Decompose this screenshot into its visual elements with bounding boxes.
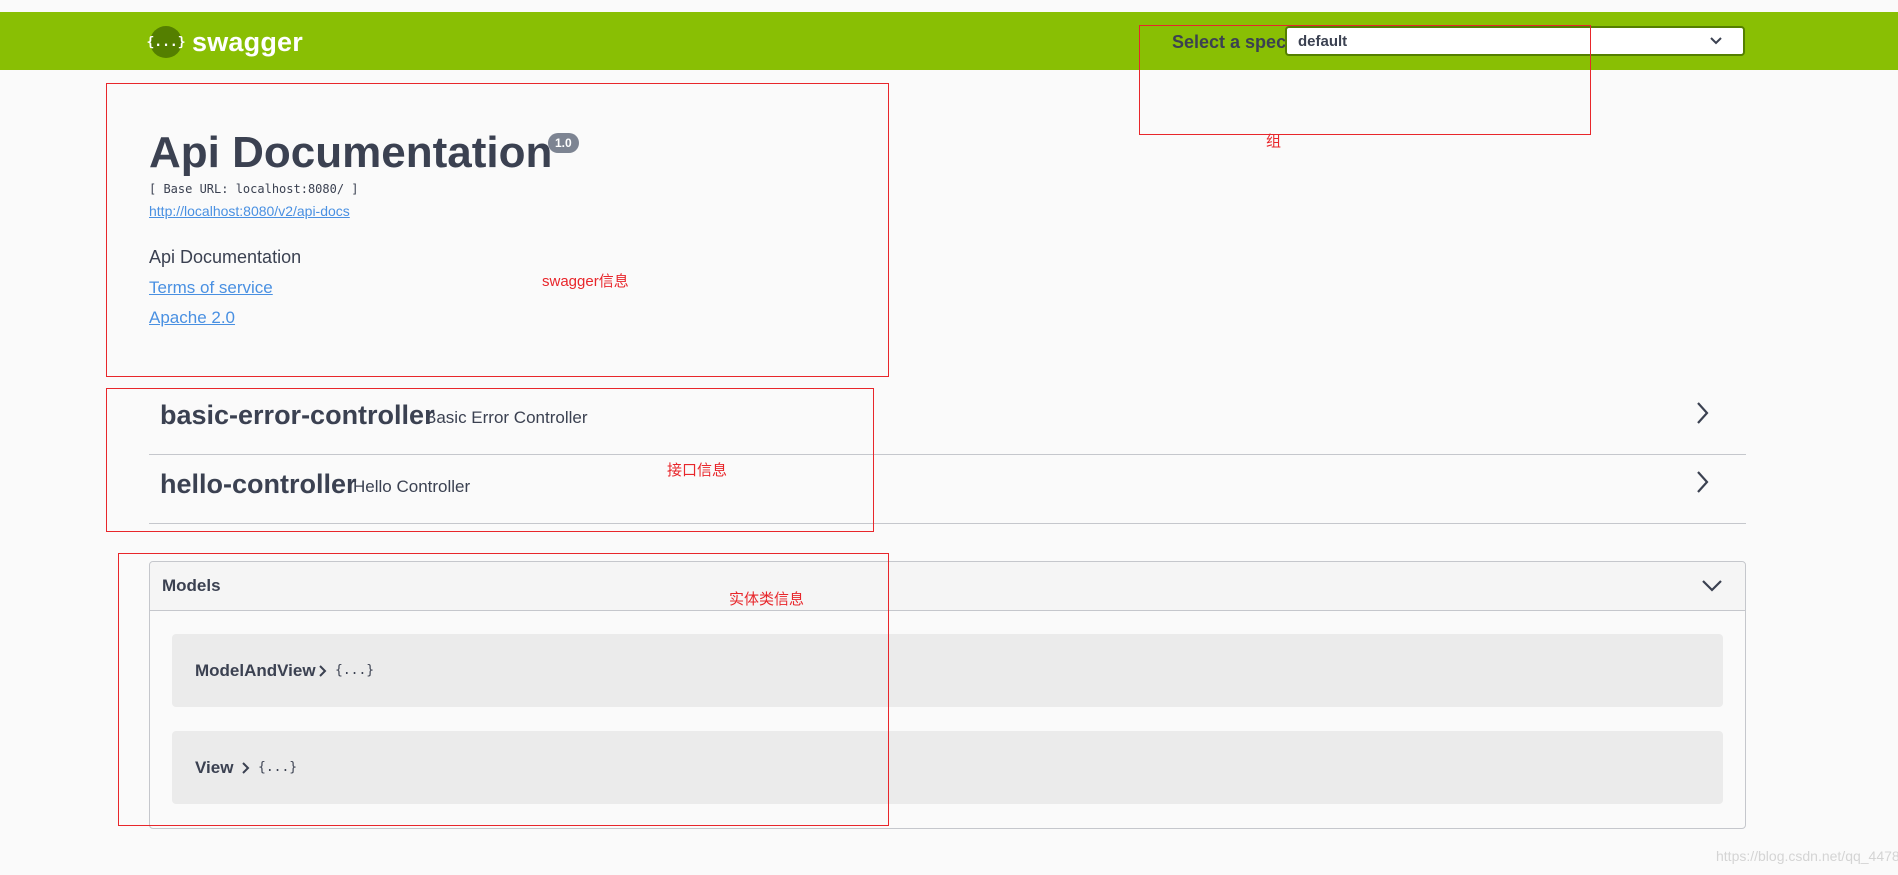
annotation-box-group	[1139, 25, 1591, 135]
annotation-label-api-info: 接口信息	[667, 462, 728, 479]
annotation-box-swagger-info	[106, 83, 889, 377]
annotation-box-api-info	[106, 388, 874, 532]
chevron-right-icon	[1697, 402, 1709, 424]
swagger-logo-icon: {...}	[146, 26, 186, 58]
annotation-label-group: 组	[1266, 133, 1282, 150]
annotation-label-entity-info: 实体类信息	[729, 591, 805, 608]
top-bar: {...} swagger Select a spec default	[0, 12, 1898, 70]
chevron-down-icon	[1710, 37, 1722, 45]
swagger-logo[interactable]: {...} swagger	[146, 26, 303, 58]
chevron-right-icon	[1697, 471, 1709, 493]
annotation-label-swagger-info: swagger信息	[542, 273, 629, 290]
chevron-down-icon	[1702, 580, 1722, 592]
watermark: https://blog.csdn.net/qq_44783283	[1716, 848, 1898, 864]
logo-text: swagger	[192, 26, 303, 57]
